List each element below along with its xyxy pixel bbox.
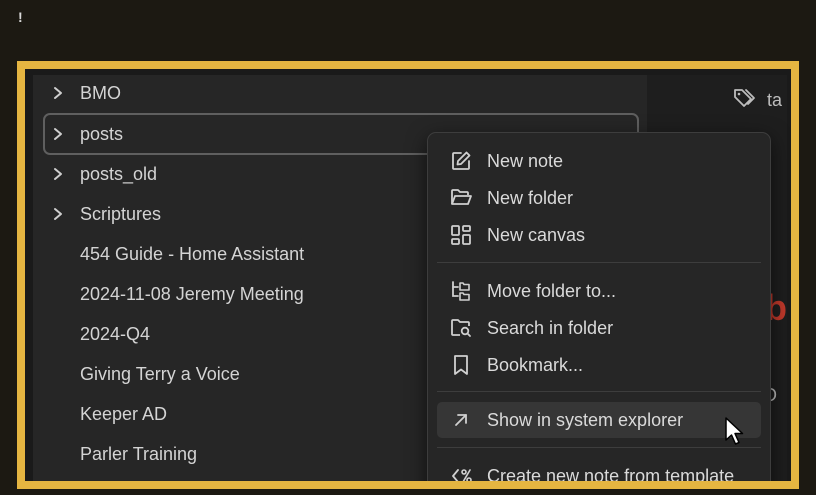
highlight-frame: BMO posts posts_old Scriptures 454 Guide… [17,61,799,489]
folder-tree-icon [450,280,472,302]
tree-item-label: posts [80,123,124,144]
chevron-right-icon [47,167,69,181]
folder-context-menu: New note New folder New canvas Move fold… [427,132,771,486]
menu-item-label: New note [487,150,564,171]
folder-search-icon [450,317,472,339]
menu-item-search-in-folder[interactable]: Search in folder [437,310,761,346]
menu-item-move-folder[interactable]: Move folder to... [437,273,761,309]
exclamation-mark: ! [18,9,23,25]
arrow-up-right-icon [450,409,472,431]
menu-item-label: New canvas [487,224,586,245]
menu-separator [437,262,761,263]
menu-item-label: New folder [487,187,574,208]
menu-separator [437,447,761,448]
chevron-right-icon [47,86,69,100]
tree-item-label: 2024-11-08 Jeremy Meeting [80,283,304,304]
menu-item-new-note[interactable]: New note [437,143,761,179]
tree-item-label: Scriptures [80,203,162,224]
layout-dashboard-icon [450,224,472,246]
tree-item-label: Parler Training [80,443,198,464]
menu-item-label: Bookmark... [487,354,584,375]
template-icon [450,465,472,481]
tree-item-label: Giving Terry a Voice [80,363,240,384]
tags-icon [733,87,757,114]
properties-tags-row[interactable]: ta [733,87,782,114]
menu-item-label: Search in folder [487,317,614,338]
menu-item-label: Show in system explorer [487,409,684,430]
tree-item-label: 454 Guide - Home Assistant [80,243,305,264]
tree-item-label: BMO [80,82,122,103]
mouse-pointer-icon [724,416,746,451]
edit-icon [450,150,472,172]
menu-item-new-folder[interactable]: New folder [437,180,761,216]
chevron-right-icon [47,127,69,141]
tree-folder-bmo[interactable]: BMO [43,75,639,112]
chevron-right-icon [47,207,69,221]
folder-open-icon [450,187,472,209]
menu-item-new-canvas[interactable]: New canvas [437,217,761,253]
tree-item-label: Keeper AD [80,403,168,424]
menu-item-label: Move folder to... [487,280,617,301]
bookmark-icon [450,354,472,376]
tags-label: ta [767,90,783,110]
menu-separator [437,391,761,392]
menu-item-label: Create new note from template [487,465,735,486]
menu-item-show-in-explorer[interactable]: Show in system explorer [437,402,761,438]
tree-item-label: posts_old [80,163,158,184]
menu-item-create-from-template[interactable]: Create new note from template [437,458,761,486]
menu-item-bookmark[interactable]: Bookmark... [437,347,761,383]
tree-item-label: 2024-Q4 [80,323,151,344]
